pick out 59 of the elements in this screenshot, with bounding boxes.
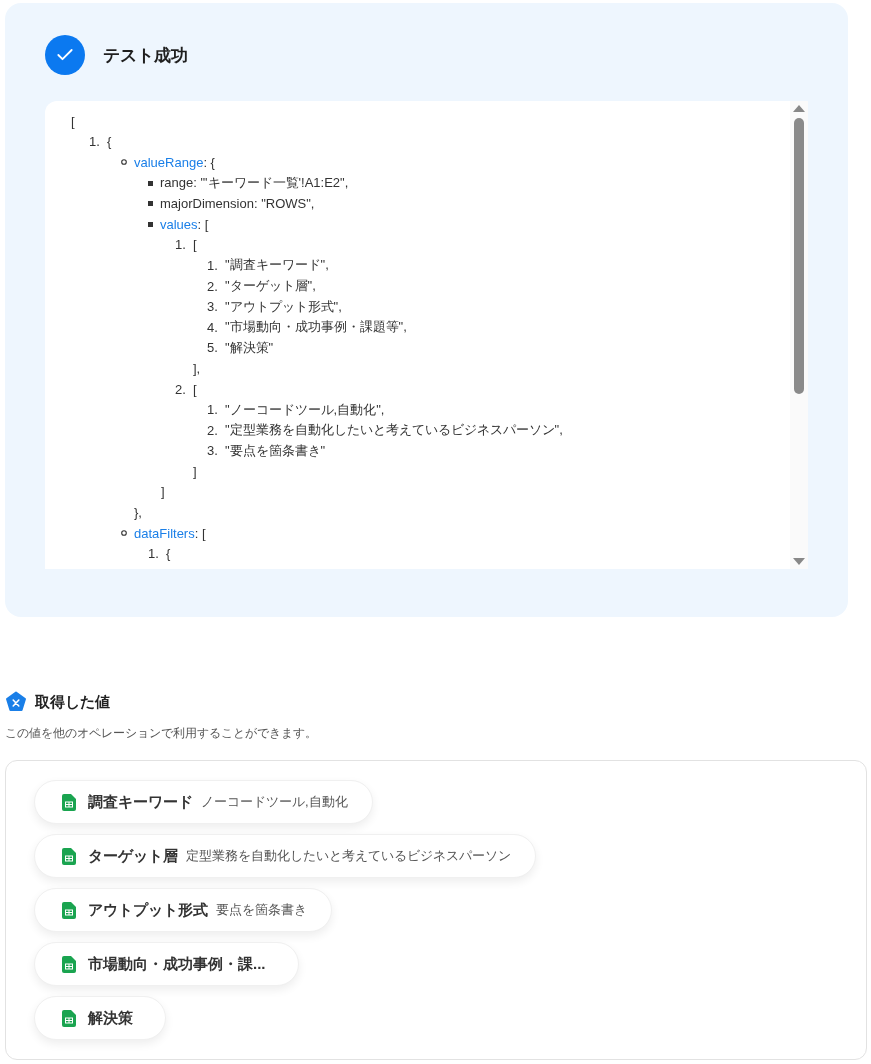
- list-number: 3.: [207, 299, 219, 315]
- json-text: "要点を箇条書き": [225, 442, 326, 458]
- json-text: : {: [203, 155, 215, 170]
- json-text: ],: [193, 360, 201, 376]
- scroll-down-icon[interactable]: [793, 558, 805, 565]
- json-key: dataFilters: [134, 525, 195, 541]
- json-text: : [: [194, 525, 206, 541]
- square-bullet-icon: [148, 221, 153, 227]
- list-number: 1.: [175, 237, 187, 253]
- json-text: {: [166, 546, 171, 562]
- value-chip[interactable]: 調査キーワード ノーコードツール,自動化: [34, 780, 373, 824]
- list-number: 1.: [89, 134, 101, 150]
- list-number: 2.: [207, 422, 219, 438]
- list-number: 4.: [207, 319, 219, 335]
- json-text: "ターゲット層",: [225, 278, 316, 294]
- json-text: "アウトプット形式",: [225, 298, 342, 314]
- value-chip[interactable]: 市場動向・成功事例・課...: [34, 942, 299, 986]
- json-key: values: [160, 216, 198, 232]
- list-number: 1.: [207, 257, 219, 273]
- circle-bullet-icon: [121, 530, 127, 537]
- square-bullet-icon: [148, 180, 153, 186]
- json-text: ]: [161, 484, 165, 500]
- json-text: "調査キーワード",: [225, 257, 329, 273]
- json-text: [: [71, 113, 75, 129]
- spreadsheet-icon: [62, 955, 76, 973]
- square-bullet-icon: [148, 201, 153, 207]
- spreadsheet-icon: [62, 793, 76, 811]
- json-text: majorDimension: "ROWS",: [160, 196, 315, 212]
- list-number: 5.: [207, 340, 219, 356]
- section-title: 取得した値: [35, 692, 110, 712]
- list-number: 1.: [207, 402, 219, 418]
- value-chip[interactable]: アウトプット形式 要点を箇条書き: [34, 888, 332, 932]
- json-text: : [: [197, 216, 209, 232]
- list-number: 2.: [175, 381, 187, 397]
- scroll-up-icon[interactable]: [793, 105, 805, 112]
- list-number: 1.: [148, 546, 160, 562]
- scrollbar[interactable]: [790, 101, 808, 569]
- json-text: "市場動向・成功事例・課題等",: [225, 319, 407, 335]
- variable-icon: [5, 691, 27, 713]
- success-icon: [45, 35, 85, 75]
- circle-bullet-icon: [121, 159, 127, 166]
- section-description: この値を他のオペレーションで利用することができます。: [5, 725, 318, 742]
- json-text: {: [107, 134, 112, 150]
- value-chip[interactable]: ターゲット層 定型業務を自動化したいと考えているビジネスパーソン: [34, 834, 536, 878]
- spreadsheet-icon: [62, 901, 76, 919]
- json-text: ]: [193, 463, 197, 479]
- json-text: "ノーコードツール,自動化",: [225, 401, 385, 417]
- json-text: "定型業務を自動化したいと考えているビジネスパーソン",: [225, 422, 563, 438]
- status-title: テスト成功: [103, 44, 188, 67]
- list-number: 3.: [207, 443, 219, 459]
- json-text: },: [134, 505, 142, 521]
- json-text: [: [193, 381, 197, 397]
- json-text: "解決策": [225, 339, 274, 355]
- value-chip[interactable]: 解決策: [34, 996, 166, 1040]
- list-number: 2.: [207, 278, 219, 294]
- spreadsheet-icon: [62, 847, 76, 865]
- json-text: range: "'キーワード一覧'!A1:E2",: [160, 175, 349, 191]
- spreadsheet-icon: [62, 1009, 76, 1027]
- json-text: [: [193, 237, 197, 253]
